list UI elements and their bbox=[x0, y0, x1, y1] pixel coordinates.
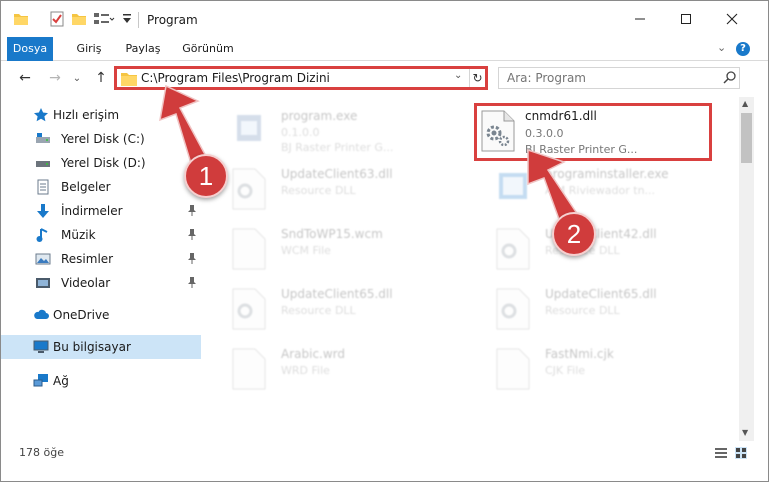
sidebar-item-documents[interactable]: Belgeler bbox=[1, 175, 201, 199]
view-options-icon[interactable] bbox=[93, 11, 115, 30]
folder-icon[interactable] bbox=[13, 11, 29, 30]
drive-icon bbox=[35, 155, 51, 171]
pin-icon[interactable] bbox=[187, 132, 197, 147]
sidebar-item-this-pc[interactable]: Bu bilgisayar bbox=[1, 335, 201, 359]
sidebar-item-network[interactable]: Ağ bbox=[1, 369, 201, 393]
vertical-scrollbar[interactable]: ▲ ▼ bbox=[739, 97, 754, 441]
forward-button[interactable]: → bbox=[45, 68, 65, 88]
large-icons-view-icon[interactable] bbox=[735, 447, 747, 459]
file-item-program-exe[interactable]: program.exe 0.1.0.0 BJ Raster Printer G.… bbox=[211, 103, 451, 161]
address-bar[interactable]: C:\Program Files\Program Dizini ⌄ ↻ bbox=[114, 66, 488, 90]
properties-icon[interactable] bbox=[49, 11, 65, 30]
back-button[interactable]: ← bbox=[15, 68, 35, 88]
file-item-arabic-wrd[interactable]: Arabic.wrd WRD File bbox=[211, 341, 451, 399]
scroll-up-icon[interactable]: ▲ bbox=[742, 99, 748, 108]
status-bar: 178 öğe bbox=[1, 443, 768, 463]
navigation-bar: ← → ⌄ ↑ C:\Program Files\Program Dizini … bbox=[1, 61, 768, 95]
download-icon bbox=[35, 203, 51, 219]
sidebar-item-videos[interactable]: Videolar bbox=[1, 271, 201, 295]
pin-icon[interactable] bbox=[187, 276, 197, 291]
refresh-button[interactable]: ↻ bbox=[469, 69, 485, 87]
dll-gear-icon bbox=[495, 287, 531, 331]
ribbon-tabs: Dosya Giriş Paylaş Görünüm ⌄ ? bbox=[1, 37, 768, 61]
drive-icon bbox=[35, 131, 51, 147]
sidebar-item-onedrive[interactable]: OneDrive bbox=[1, 303, 201, 327]
navigation-pane: Hızlı erişim Yerel Disk (C:) Yerel Disk … bbox=[1, 97, 203, 441]
scroll-down-icon[interactable]: ▼ bbox=[742, 428, 748, 437]
file-list: program.exe 0.1.0.0 BJ Raster Printer G.… bbox=[207, 97, 737, 441]
new-folder-icon[interactable] bbox=[71, 11, 87, 30]
dll-gear-icon bbox=[480, 109, 516, 153]
folder-icon bbox=[121, 72, 137, 89]
sidebar-item-downloads[interactable]: İndirmeler bbox=[1, 199, 201, 223]
up-button[interactable]: ↑ bbox=[91, 68, 111, 88]
installer-icon bbox=[495, 167, 531, 211]
search-input[interactable] bbox=[507, 70, 707, 86]
blank-file-icon bbox=[231, 227, 267, 271]
address-path[interactable]: C:\Program Files\Program Dizini bbox=[141, 71, 330, 85]
cloud-icon bbox=[33, 307, 49, 323]
sidebar-item-local-disk-c[interactable]: Yerel Disk (C:) bbox=[1, 127, 201, 151]
video-icon bbox=[35, 275, 51, 291]
maximize-button[interactable] bbox=[663, 1, 709, 37]
tab-dosya[interactable]: Dosya bbox=[7, 37, 53, 61]
annotation-badge-2: 2 bbox=[552, 212, 596, 256]
close-button[interactable] bbox=[709, 1, 755, 37]
toolbar-divider bbox=[138, 12, 139, 28]
title-bar: Program bbox=[1, 1, 768, 37]
document-icon bbox=[35, 179, 51, 195]
star-icon bbox=[33, 107, 49, 123]
window-title: Program bbox=[147, 13, 198, 27]
sidebar-item-local-disk-d[interactable]: Yerel Disk (D:) bbox=[1, 151, 201, 175]
tab-paylas[interactable]: Paylaş bbox=[119, 37, 167, 61]
item-count: 178 öğe bbox=[19, 446, 64, 459]
tab-gorunum[interactable]: Görünüm bbox=[177, 37, 239, 61]
address-dropdown-icon[interactable]: ⌄ bbox=[454, 70, 462, 81]
music-icon bbox=[35, 227, 51, 243]
network-icon bbox=[33, 373, 49, 389]
file-item-fastnmi-cjk[interactable]: FastNmi.cjk CJK File bbox=[475, 341, 715, 399]
minimize-button[interactable] bbox=[617, 1, 663, 37]
blank-file-icon bbox=[231, 347, 267, 391]
dll-gear-icon bbox=[495, 227, 531, 271]
file-item-sndtowp15[interactable]: SndToWP15.wcm WCM File bbox=[211, 221, 451, 279]
search-box[interactable] bbox=[498, 67, 740, 89]
customize-toolbar-icon[interactable] bbox=[122, 13, 132, 28]
blank-file-icon bbox=[495, 347, 531, 391]
exe-icon bbox=[231, 109, 267, 153]
picture-icon bbox=[35, 251, 51, 267]
pin-icon[interactable] bbox=[187, 228, 197, 243]
search-icon[interactable] bbox=[723, 70, 737, 87]
sidebar-item-pictures[interactable]: Resimler bbox=[1, 247, 201, 271]
sidebar-item-quick-access[interactable]: Hızlı erişim bbox=[1, 103, 201, 127]
file-explorer-window: Program Dosya Giriş Paylaş Görünüm ⌄ ? ←… bbox=[0, 0, 769, 482]
file-item-updateclient65-a[interactable]: UpdateClient65.dll Resource DLL bbox=[211, 281, 451, 339]
computer-icon bbox=[33, 339, 49, 355]
recent-locations-button[interactable]: ⌄ bbox=[67, 68, 87, 88]
tab-giris[interactable]: Giriş bbox=[67, 37, 111, 61]
pin-icon[interactable] bbox=[187, 252, 197, 267]
ribbon-expand-icon[interactable]: ⌄ bbox=[717, 41, 726, 54]
file-item-updateclient65-b[interactable]: UpdateClient65.dll Resource DLL bbox=[475, 281, 715, 339]
pin-icon[interactable] bbox=[187, 204, 197, 219]
details-view-icon[interactable] bbox=[715, 447, 727, 459]
file-item-cnmdr61-dll[interactable]: cnmdr61.dll 0.3.0.0 BJ Raster Printer G.… bbox=[474, 103, 712, 161]
dll-gear-icon bbox=[231, 167, 267, 211]
file-item-programinstaller[interactable]: programinstaller.exe AIM Riviewador tn..… bbox=[475, 161, 715, 219]
scroll-thumb[interactable] bbox=[741, 113, 752, 163]
sidebar-item-music[interactable]: Müzik bbox=[1, 223, 201, 247]
dll-gear-icon bbox=[231, 287, 267, 331]
file-item-updateclient63[interactable]: UpdateClient63.dll Resource DLL bbox=[211, 161, 451, 219]
annotation-badge-1: 1 bbox=[184, 154, 228, 198]
help-icon[interactable]: ? bbox=[736, 42, 750, 56]
